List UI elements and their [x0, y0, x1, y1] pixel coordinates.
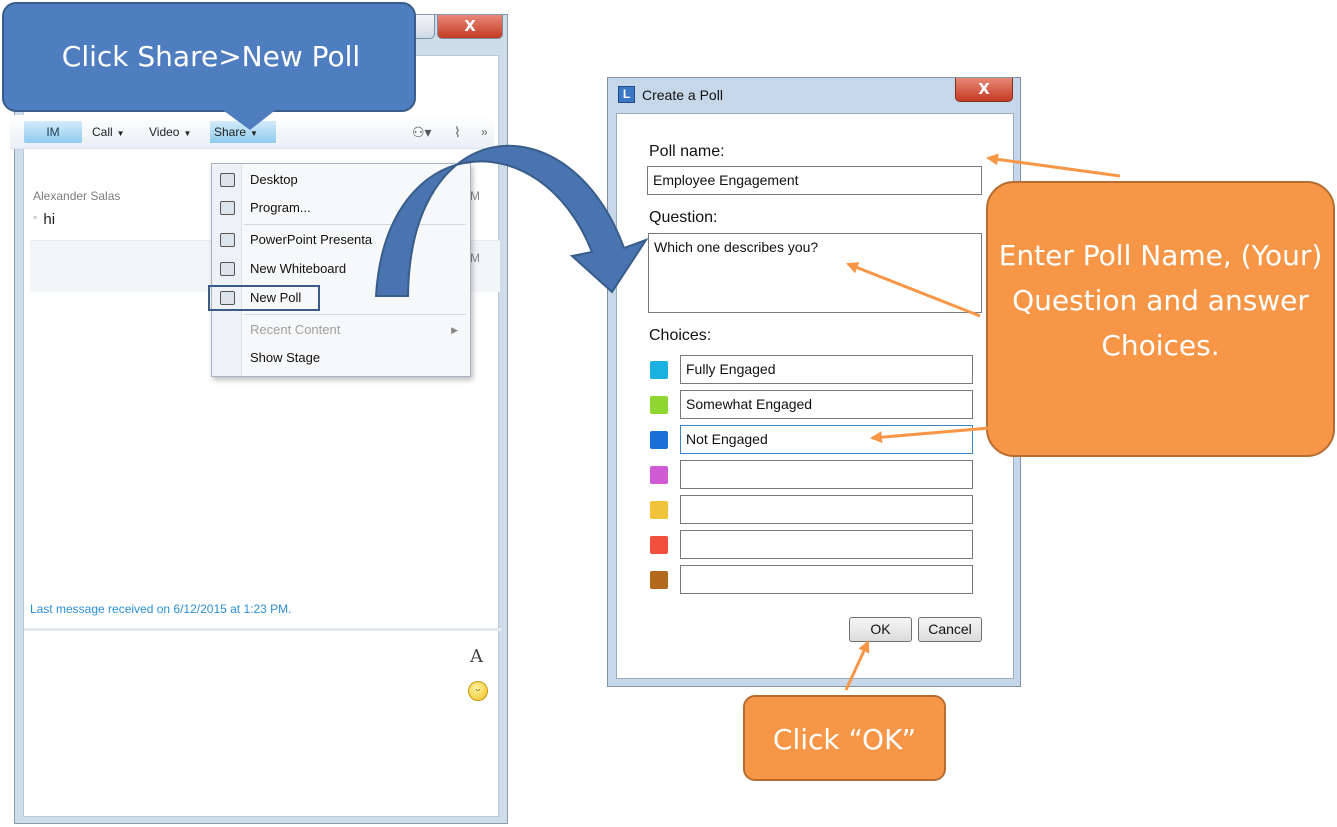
- arrow-to-poll-name: [986, 153, 1121, 178]
- annotation-arrows: [374, 145, 1121, 691]
- arrow-to-question: [846, 262, 981, 318]
- arrow-to-choices: [870, 426, 991, 444]
- curved-arrow-icon: [374, 145, 649, 297]
- arrow-to-ok-button: [844, 640, 870, 691]
